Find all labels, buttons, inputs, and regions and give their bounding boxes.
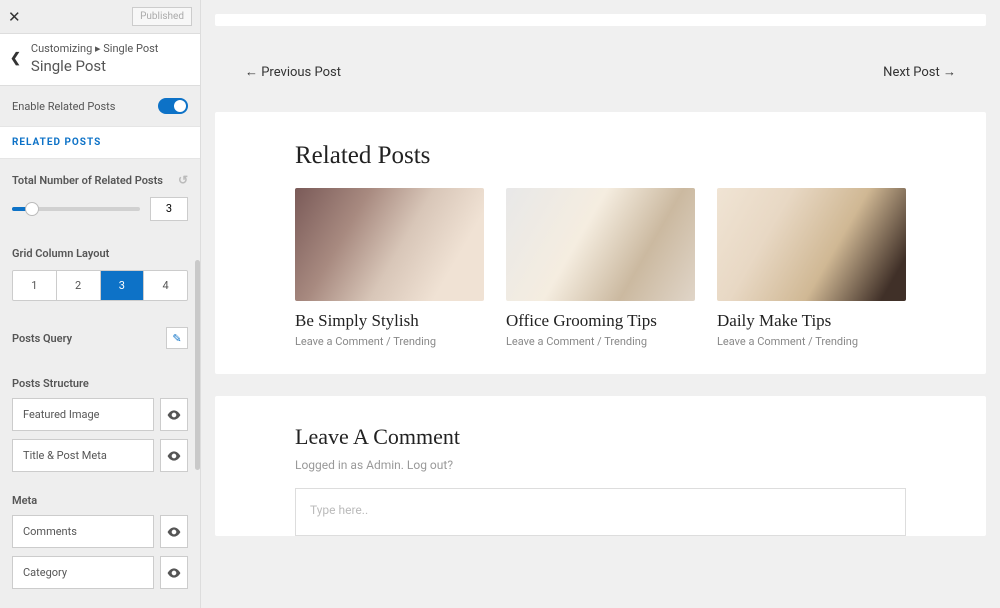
post-thumbnail bbox=[717, 188, 906, 301]
sidebar-scrollbar[interactable] bbox=[195, 260, 200, 470]
posts-query-row: Posts Query ✎ bbox=[0, 313, 200, 363]
related-posts-card: Related Posts Be Simply Stylish Leave a … bbox=[215, 112, 986, 374]
pencil-icon: ✎ bbox=[172, 332, 181, 345]
content-card-top bbox=[215, 14, 986, 26]
visibility-toggle[interactable] bbox=[160, 556, 188, 589]
preview-pane: ← Previous Post Next Post → Related Post… bbox=[201, 0, 1000, 608]
related-section-title: RELATED POSTS bbox=[0, 126, 200, 159]
customizer-sidebar: ✕ Published ❮ Customizing ▸ Single Post … bbox=[0, 0, 201, 608]
posts-query-edit-button[interactable]: ✎ bbox=[166, 327, 188, 349]
total-related-slider[interactable] bbox=[12, 207, 140, 211]
meta-item: Category bbox=[12, 556, 188, 589]
reset-icon[interactable]: ↺ bbox=[178, 173, 188, 187]
visibility-toggle[interactable] bbox=[160, 398, 188, 431]
grid-opt-2[interactable]: 2 bbox=[57, 271, 101, 300]
eye-icon bbox=[167, 568, 181, 578]
meta-label: Meta bbox=[0, 480, 200, 515]
grid-opt-1[interactable]: 1 bbox=[13, 271, 57, 300]
related-post[interactable]: Daily Make Tips Leave a Comment / Trendi… bbox=[717, 188, 906, 348]
related-posts-title: Related Posts bbox=[295, 142, 906, 170]
breadcrumb: Customizing ▸ Single Post bbox=[31, 42, 158, 55]
enable-related-row: Enable Related Posts bbox=[0, 86, 200, 126]
published-badge: Published bbox=[132, 7, 192, 26]
post-title: Office Grooming Tips bbox=[506, 311, 695, 331]
visibility-toggle[interactable] bbox=[160, 515, 188, 548]
structure-featured-image[interactable]: Featured Image bbox=[12, 398, 154, 431]
post-thumbnail bbox=[295, 188, 484, 301]
post-meta: Leave a Comment / Trending bbox=[506, 335, 695, 348]
total-related-label: Total Number of Related Posts bbox=[12, 174, 163, 187]
structure-item: Title & Post Meta bbox=[12, 439, 188, 472]
related-post[interactable]: Office Grooming Tips Leave a Comment / T… bbox=[506, 188, 695, 348]
close-icon[interactable]: ✕ bbox=[8, 8, 21, 26]
eye-icon bbox=[167, 451, 181, 461]
eye-icon bbox=[167, 527, 181, 537]
post-meta: Leave a Comment / Trending bbox=[717, 335, 906, 348]
related-posts-grid: Be Simply Stylish Leave a Comment / Tren… bbox=[295, 188, 906, 348]
grid-opt-3[interactable]: 3 bbox=[101, 271, 145, 300]
grid-opt-4[interactable]: 4 bbox=[144, 271, 187, 300]
total-related-block: Total Number of Related Posts ↺ 3 bbox=[0, 159, 200, 233]
grid-column-label: Grid Column Layout bbox=[12, 247, 109, 260]
comment-card: Leave A Comment Logged in as Admin. Log … bbox=[215, 396, 986, 536]
comment-textarea[interactable]: Type here.. bbox=[295, 488, 906, 536]
posts-structure-label: Posts Structure bbox=[0, 363, 200, 398]
page-title: Single Post bbox=[31, 57, 158, 75]
prev-post-link[interactable]: ← Previous Post bbox=[245, 64, 341, 80]
next-post-link[interactable]: Next Post → bbox=[883, 64, 956, 80]
sidebar-topbar: ✕ Published bbox=[0, 0, 200, 34]
post-thumbnail bbox=[506, 188, 695, 301]
posts-query-label: Posts Query bbox=[12, 332, 72, 345]
logged-in-line: Logged in as Admin. Log out? bbox=[295, 458, 906, 472]
meta-item: Comments bbox=[12, 515, 188, 548]
enable-related-label: Enable Related Posts bbox=[12, 100, 115, 113]
meta-comments[interactable]: Comments bbox=[12, 515, 154, 548]
grid-column-block: Grid Column Layout 1 2 3 4 bbox=[0, 233, 200, 313]
total-related-value[interactable]: 3 bbox=[150, 197, 188, 221]
related-post[interactable]: Be Simply Stylish Leave a Comment / Tren… bbox=[295, 188, 484, 348]
post-nav: ← Previous Post Next Post → bbox=[215, 48, 986, 96]
back-icon[interactable]: ❮ bbox=[10, 51, 21, 66]
structure-item: Featured Image bbox=[12, 398, 188, 431]
comment-title: Leave A Comment bbox=[295, 424, 906, 450]
post-title: Daily Make Tips bbox=[717, 311, 906, 331]
post-title: Be Simply Stylish bbox=[295, 311, 484, 331]
eye-icon bbox=[167, 410, 181, 420]
enable-related-toggle[interactable] bbox=[158, 98, 188, 114]
sidebar-header: ❮ Customizing ▸ Single Post Single Post bbox=[0, 34, 200, 86]
meta-category[interactable]: Category bbox=[12, 556, 154, 589]
visibility-toggle[interactable] bbox=[160, 439, 188, 472]
post-meta: Leave a Comment / Trending bbox=[295, 335, 484, 348]
structure-title-meta[interactable]: Title & Post Meta bbox=[12, 439, 154, 472]
grid-column-segmented[interactable]: 1 2 3 4 bbox=[12, 270, 188, 301]
